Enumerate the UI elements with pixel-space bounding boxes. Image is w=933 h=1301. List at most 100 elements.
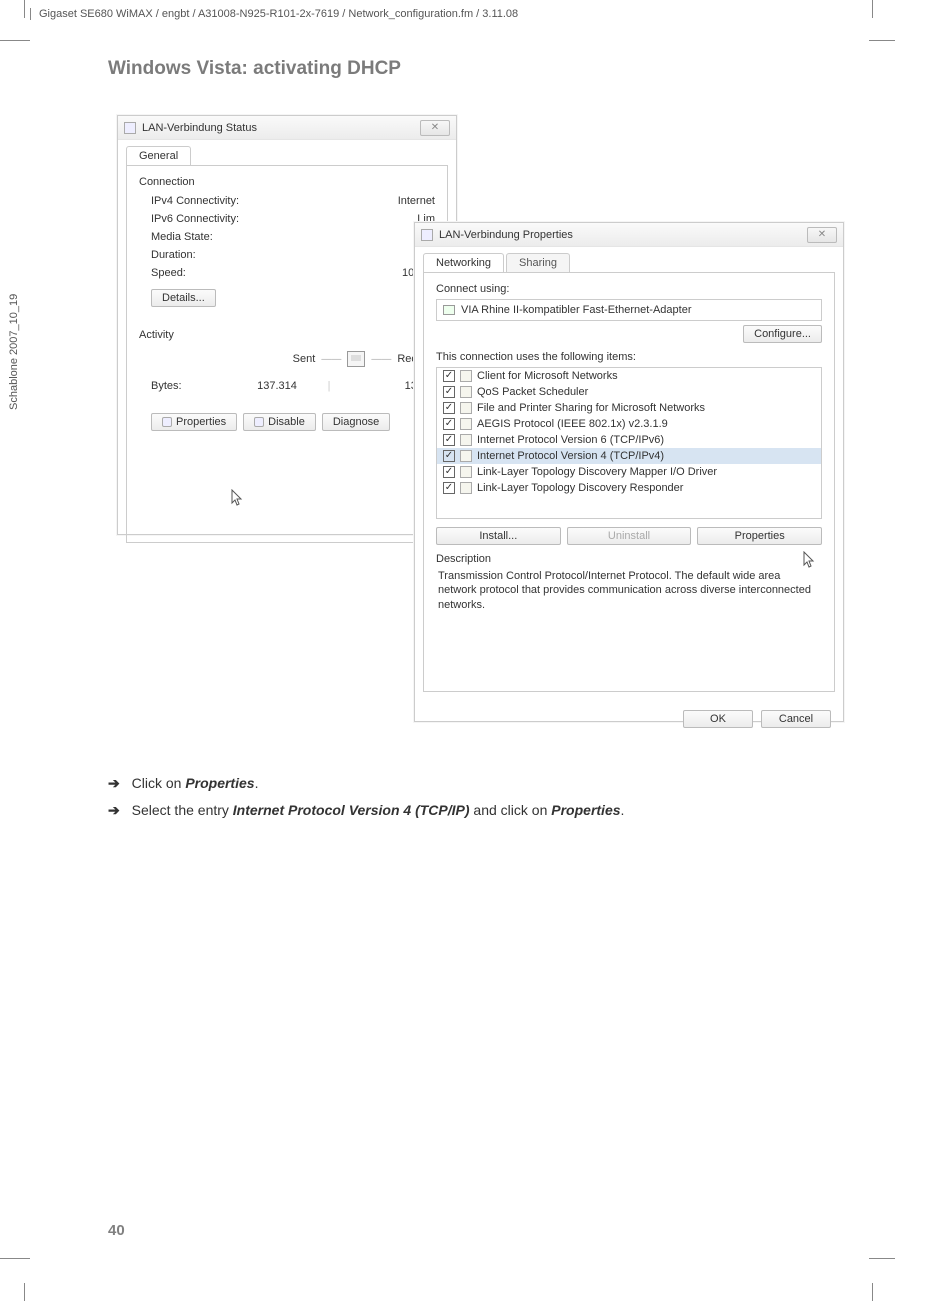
duration-label: Duration: xyxy=(151,249,355,261)
adapter-field: VIA Rhine II-kompatibler Fast-Ethernet-A… xyxy=(436,299,822,321)
item-label: File and Printer Sharing for Microsoft N… xyxy=(477,402,705,414)
items-label: This connection uses the following items… xyxy=(436,351,822,363)
crop-mark xyxy=(872,1283,873,1301)
protocol-icon xyxy=(460,434,472,446)
item-label: Link-Layer Topology Discovery Mapper I/O… xyxy=(477,466,717,478)
close-icon[interactable]: ✕ xyxy=(420,120,450,136)
cancel-button[interactable]: Cancel xyxy=(761,710,831,728)
properties-button[interactable]: Properties xyxy=(151,413,237,431)
install-button[interactable]: Install... xyxy=(436,527,561,545)
adapter-name: VIA Rhine II-kompatibler Fast-Ethernet-A… xyxy=(461,304,692,316)
list-item[interactable]: ✓ Link-Layer Topology Discovery Mapper I/… xyxy=(437,464,821,480)
checkbox-icon[interactable]: ✓ xyxy=(443,466,455,478)
description-label: Description xyxy=(436,553,822,565)
details-button[interactable]: Details... xyxy=(151,289,216,307)
status-titlebar: LAN-Verbindung Status ✕ xyxy=(118,116,456,140)
activity-group: Activity Sent —— —— Rece Bytes: 137.314 … xyxy=(139,329,435,431)
item-label: AEGIS Protocol (IEEE 802.1x) v2.3.1.9 xyxy=(477,418,668,430)
checkbox-icon[interactable]: ✓ xyxy=(443,370,455,382)
instruction-line: ➔ Click on Properties. xyxy=(108,770,624,797)
item-label: Link-Layer Topology Discovery Responder xyxy=(477,482,683,494)
list-item[interactable]: ✓ Client for Microsoft Networks xyxy=(437,368,821,384)
instr-bold: Internet Protocol Version 4 (TCP/IP) xyxy=(233,802,470,818)
crop-mark xyxy=(869,40,895,41)
ipv6-label: IPv6 Connectivity: xyxy=(151,213,355,225)
checkbox-icon[interactable]: ✓ xyxy=(443,482,455,494)
instr-bold: Properties xyxy=(551,802,620,818)
page-number: 40 xyxy=(108,1222,125,1239)
bytes-sent: 137.314 xyxy=(235,380,319,392)
description-text: Transmission Control Protocol/Internet P… xyxy=(436,567,822,622)
diagnose-button[interactable]: Diagnose xyxy=(322,413,390,431)
item-label: Internet Protocol Version 4 (TCP/IPv4) xyxy=(477,450,664,462)
activity-label: Activity xyxy=(139,329,435,341)
list-item[interactable]: ✓ QoS Packet Scheduler xyxy=(437,384,821,400)
arrow-icon: ➔ xyxy=(108,802,120,818)
cursor-icon xyxy=(803,551,817,569)
close-icon[interactable]: ✕ xyxy=(807,227,837,243)
connect-using-label: Connect using: xyxy=(436,283,822,295)
ipv4-value: Internet xyxy=(355,195,435,207)
checkbox-icon[interactable]: ✓ xyxy=(443,450,455,462)
tab-networking[interactable]: Networking xyxy=(423,253,504,272)
protocol-icon xyxy=(460,418,472,430)
item-label: QoS Packet Scheduler xyxy=(477,386,588,398)
service-icon xyxy=(460,386,472,398)
service-icon xyxy=(460,402,472,414)
sent-label: Sent xyxy=(293,353,316,365)
section-title: Windows Vista: activating DHCP xyxy=(108,58,401,80)
instructions-block: ➔ Click on Properties. ➔ Select the entr… xyxy=(108,770,624,823)
list-item[interactable]: ✓ AEGIS Protocol (IEEE 802.1x) v2.3.1.9 xyxy=(437,416,821,432)
protocol-icon xyxy=(460,466,472,478)
cursor-icon xyxy=(231,489,245,507)
crop-mark xyxy=(24,1283,25,1301)
media-label: Media State: xyxy=(151,231,355,243)
tab-general[interactable]: General xyxy=(126,146,191,165)
instruction-line: ➔ Select the entry Internet Protocol Ver… xyxy=(108,797,624,824)
network-activity-icon xyxy=(347,351,365,367)
list-item[interactable]: ✓ Internet Protocol Version 6 (TCP/IPv6) xyxy=(437,432,821,448)
arrow-icon: ➔ xyxy=(108,775,120,791)
window-icon xyxy=(124,122,136,134)
protocol-icon xyxy=(460,482,472,494)
bytes-received: 131 xyxy=(339,380,423,392)
status-tabbar: General xyxy=(118,140,456,165)
item-label: Internet Protocol Version 6 (TCP/IPv6) xyxy=(477,434,664,446)
props-title: LAN-Verbindung Properties xyxy=(439,229,573,241)
item-label: Client for Microsoft Networks xyxy=(477,370,618,382)
instr-text: Select the entry xyxy=(132,802,233,818)
disable-button[interactable]: Disable xyxy=(243,413,316,431)
list-item-selected[interactable]: ✓ Internet Protocol Version 4 (TCP/IPv4) xyxy=(437,448,821,464)
instr-text: Click on xyxy=(132,775,186,791)
list-item[interactable]: ✓ File and Printer Sharing for Microsoft … xyxy=(437,400,821,416)
checkbox-icon[interactable]: ✓ xyxy=(443,434,455,446)
props-tabbar: Networking Sharing xyxy=(415,247,843,272)
client-icon xyxy=(460,370,472,382)
crop-mark xyxy=(0,1258,30,1259)
lan-properties-dialog: LAN-Verbindung Properties ✕ Networking S… xyxy=(414,222,844,722)
props-titlebar: LAN-Verbindung Properties ✕ xyxy=(415,223,843,247)
items-list[interactable]: ✓ Client for Microsoft Networks ✓ QoS Pack… xyxy=(436,367,822,519)
checkbox-icon[interactable]: ✓ xyxy=(443,418,455,430)
checkbox-icon[interactable]: ✓ xyxy=(443,402,455,414)
status-title: LAN-Verbindung Status xyxy=(142,122,257,134)
configure-button[interactable]: Configure... xyxy=(743,325,822,343)
header-path: Gigaset SE680 WiMAX / engbt / A31008-N92… xyxy=(30,8,518,20)
lan-status-dialog: LAN-Verbindung Status ✕ General Connecti… xyxy=(117,115,457,535)
bytes-label: Bytes: xyxy=(151,380,235,392)
list-item[interactable]: ✓ Link-Layer Topology Discovery Responder xyxy=(437,480,821,496)
connection-group: Connection IPv4 Connectivity:Internet IP… xyxy=(139,176,435,307)
crop-mark xyxy=(0,40,30,41)
tab-sharing[interactable]: Sharing xyxy=(506,253,570,272)
connection-label: Connection xyxy=(139,176,435,188)
protocol-icon xyxy=(460,450,472,462)
uninstall-button: Uninstall xyxy=(567,527,692,545)
instr-bold: Properties xyxy=(185,775,254,791)
instr-text: . xyxy=(621,802,625,818)
crop-mark xyxy=(872,0,873,18)
ok-button[interactable]: OK xyxy=(683,710,753,728)
item-properties-button[interactable]: Properties xyxy=(697,527,822,545)
checkbox-icon[interactable]: ✓ xyxy=(443,386,455,398)
window-icon xyxy=(421,229,433,241)
crop-mark xyxy=(869,1258,895,1259)
